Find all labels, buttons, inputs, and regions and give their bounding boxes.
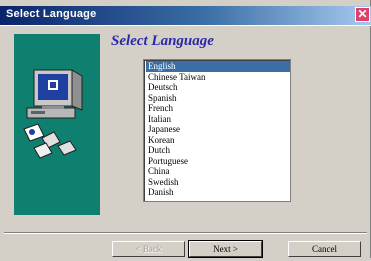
language-option[interactable]: Korean: [146, 135, 290, 146]
window-title: Select Language: [6, 8, 97, 20]
language-option[interactable]: Danish: [146, 187, 290, 198]
cancel-button[interactable]: Cancel: [288, 241, 361, 257]
computer-icon: [26, 69, 83, 119]
language-option[interactable]: Italian: [146, 114, 290, 125]
title-bar-border: [0, 25, 371, 26]
page-heading: Select Language: [111, 33, 214, 49]
language-option[interactable]: Japanese: [146, 124, 290, 135]
back-button[interactable]: < Back: [112, 241, 185, 257]
globe-icon: [23, 123, 45, 142]
wizard-sidebar: [14, 34, 100, 215]
close-icon: ✕: [357, 7, 368, 21]
language-option[interactable]: Spanish: [146, 93, 290, 104]
language-option[interactable]: English: [146, 61, 290, 72]
computer-illustration: [23, 69, 83, 159]
language-option[interactable]: Portuguese: [146, 156, 290, 167]
language-option[interactable]: Chinese Taiwan: [146, 72, 290, 83]
setup-window: Select Language ✕ Select Language Englis…: [0, 0, 371, 261]
next-button[interactable]: Next >: [188, 240, 263, 258]
button-separator-highlight: [4, 233, 367, 234]
title-bar[interactable]: Select Language ✕: [0, 6, 371, 25]
language-option[interactable]: French: [146, 103, 290, 114]
language-listbox[interactable]: English Chinese Taiwan Deutsch Spanish F…: [143, 59, 291, 202]
close-button[interactable]: ✕: [355, 7, 370, 22]
language-option[interactable]: Dutch: [146, 145, 290, 156]
language-option[interactable]: China: [146, 166, 290, 177]
language-option[interactable]: Swedish: [146, 177, 290, 188]
language-option[interactable]: Deutsch: [146, 82, 290, 93]
